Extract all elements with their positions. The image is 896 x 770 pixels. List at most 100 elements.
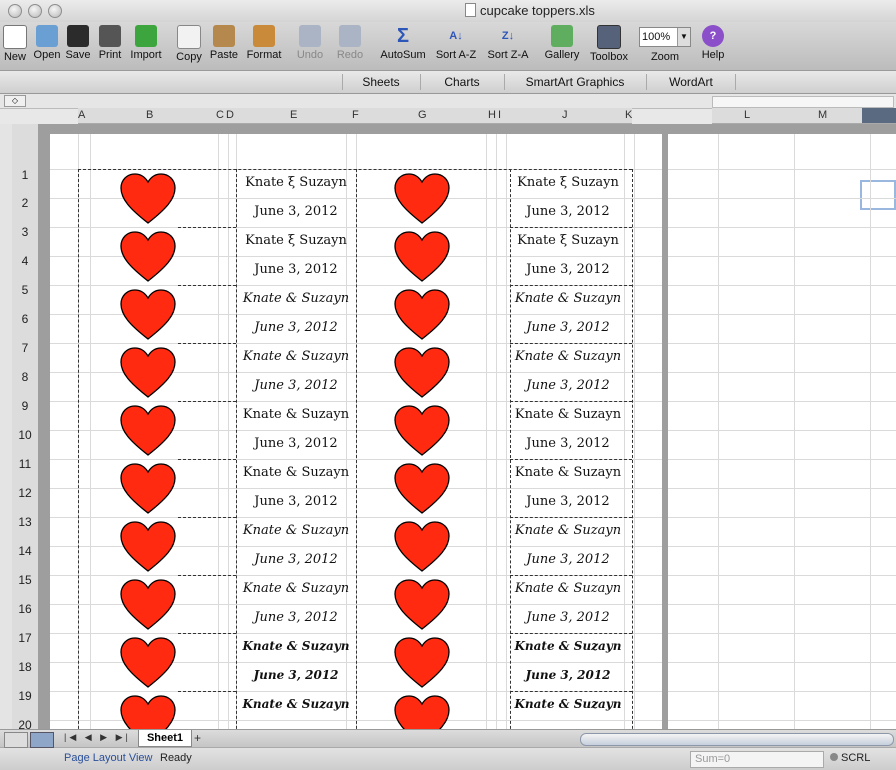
heart-graphic[interactable] (120, 463, 176, 515)
close-window-button[interactable] (8, 4, 22, 18)
print-page-2[interactable] (668, 134, 896, 729)
heart-graphic[interactable] (394, 463, 450, 515)
zoom-window-button[interactable] (48, 4, 62, 18)
label-names: Knate & Suzayn (514, 407, 622, 422)
label-date: June 3, 2012 (254, 262, 338, 277)
row-header[interactable]: 11 (12, 457, 38, 471)
row-header[interactable]: 14 (12, 544, 38, 558)
copy-button[interactable]: Copy (175, 25, 203, 63)
heart-graphic[interactable] (120, 231, 176, 283)
page-layout-view-icon[interactable] (30, 732, 54, 748)
heart-graphic[interactable] (394, 405, 450, 457)
zoom-select[interactable]: 100% ▼ (639, 27, 691, 47)
print-page-1[interactable]: Knate ξ Suzayn June 3, 2012 Knate ξ Suzayn… (50, 134, 662, 729)
label-names: Knate & Suzayn (242, 291, 350, 306)
heart-graphic[interactable] (394, 695, 450, 729)
heart-graphic[interactable] (120, 521, 176, 573)
help-button[interactable]: ? Help (700, 25, 726, 61)
row-header[interactable]: 1 (12, 168, 38, 182)
sheet-navigation-arrows[interactable]: |◀ ◀ ▶ ▶| (64, 732, 131, 743)
minimize-window-button[interactable] (28, 4, 42, 18)
row-header[interactable]: 8 (12, 370, 38, 384)
gallery-button[interactable]: Gallery (543, 25, 581, 61)
row-header[interactable]: 6 (12, 312, 38, 326)
toolbox-icon (597, 25, 621, 49)
row-header[interactable]: 10 (12, 428, 38, 442)
gridline (228, 134, 229, 729)
heart-graphic[interactable] (120, 695, 176, 729)
heart-graphic[interactable] (394, 637, 450, 689)
heart-graphic[interactable] (394, 231, 450, 283)
row-header[interactable]: 3 (12, 225, 38, 239)
row-header[interactable]: 15 (12, 573, 38, 587)
page-layout-canvas[interactable]: Knate ξ Suzayn June 3, 2012 Knate ξ Suzayn… (38, 124, 896, 729)
heart-graphic[interactable] (394, 579, 450, 631)
print-button[interactable]: Print (96, 25, 124, 61)
label-names: Knate & Suzayn (242, 697, 350, 711)
sheet-tab-sheet1[interactable]: Sheet1 (138, 730, 192, 747)
heart-graphic[interactable] (394, 289, 450, 341)
active-cell[interactable] (860, 180, 896, 210)
row-header[interactable]: 4 (12, 254, 38, 268)
new-button[interactable]: New (2, 25, 28, 63)
horizontal-scrollbar[interactable] (580, 733, 894, 746)
tab-charts[interactable]: Charts (420, 74, 503, 90)
row-header[interactable]: 18 (12, 660, 38, 674)
heart-graphic[interactable] (120, 579, 176, 631)
row-header[interactable]: 13 (12, 515, 38, 529)
heart-graphic[interactable] (120, 173, 176, 225)
heart-graphic[interactable] (394, 521, 450, 573)
autosum-button[interactable]: Σ AutoSum (378, 25, 428, 61)
format-button[interactable]: Format (244, 25, 284, 61)
label-names: Knate & Suzayn (514, 349, 622, 364)
ruler-toggle-icon[interactable]: ◇ (4, 95, 26, 107)
row-header[interactable]: 17 (12, 631, 38, 645)
tab-wordart[interactable]: WordArt (646, 74, 736, 90)
column-header-j[interactable]: J (562, 109, 568, 121)
column-header-g[interactable]: G (418, 109, 427, 121)
column-header-h[interactable]: H (488, 109, 496, 121)
undo-button[interactable]: Undo (294, 25, 326, 61)
row-header[interactable]: 12 (12, 486, 38, 500)
column-header-b[interactable]: B (146, 109, 153, 121)
column-header-e[interactable]: E (290, 109, 297, 121)
zoom-control[interactable]: 100% ▼ Zoom (639, 25, 691, 63)
column-header-k[interactable]: K (625, 109, 632, 121)
sort-descending-button[interactable]: Z↓ Sort Z-A (485, 25, 531, 61)
column-header-m[interactable]: M (818, 109, 827, 121)
heart-graphic[interactable] (120, 637, 176, 689)
add-sheet-button[interactable]: + (194, 731, 201, 745)
redo-button[interactable]: Redo (334, 25, 366, 61)
column-header-f[interactable]: F (352, 109, 359, 121)
row-headers: 1 2 3 4 5 6 7 8 9 10 11 12 13 14 15 16 1… (12, 124, 39, 732)
column-header-a[interactable]: A (78, 109, 85, 121)
gridline (718, 134, 719, 729)
column-header-d[interactable]: D (226, 109, 234, 121)
save-button[interactable]: Save (64, 25, 92, 61)
row-header[interactable]: 16 (12, 602, 38, 616)
selected-column-header[interactable] (862, 108, 896, 123)
normal-view-icon[interactable] (4, 732, 28, 748)
tab-smartart-graphics[interactable]: SmartArt Graphics (504, 74, 645, 90)
row-header[interactable]: 9 (12, 399, 38, 413)
heart-graphic[interactable] (120, 289, 176, 341)
row-header[interactable]: 5 (12, 283, 38, 297)
row-header[interactable]: 7 (12, 341, 38, 355)
open-button[interactable]: Open (32, 25, 62, 61)
sort-ascending-button[interactable]: A↓ Sort A-Z (433, 25, 479, 61)
row-header[interactable]: 19 (12, 689, 38, 703)
gridline (668, 459, 896, 460)
toolbox-button[interactable]: Toolbox (587, 25, 631, 63)
column-header-i[interactable]: I (498, 109, 501, 121)
column-header-c[interactable]: C (216, 109, 224, 121)
row-header[interactable]: 2 (12, 196, 38, 210)
heart-graphic[interactable] (394, 347, 450, 399)
gridline (668, 169, 896, 170)
import-button[interactable]: Import (127, 25, 165, 61)
paste-button[interactable]: Paste (208, 25, 240, 61)
heart-graphic[interactable] (120, 347, 176, 399)
heart-graphic[interactable] (120, 405, 176, 457)
heart-graphic[interactable] (394, 173, 450, 225)
tab-sheets[interactable]: Sheets (342, 74, 419, 90)
column-header-l[interactable]: L (744, 109, 750, 121)
